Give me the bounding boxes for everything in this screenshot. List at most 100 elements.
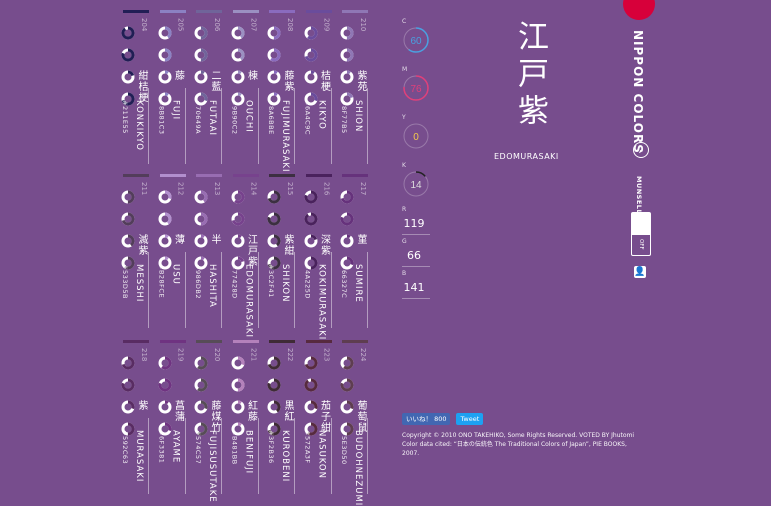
- color-number: 208: [286, 18, 294, 32]
- color-card[interactable]: 208 藤紫 #8A6BBE FUJIMURASAKI: [266, 8, 296, 173]
- cmyk-donut-icon: [231, 234, 244, 248]
- cmyk-value: 60: [410, 36, 422, 47]
- color-romaji: EDOMURASAKI: [243, 264, 254, 338]
- cmyk-donut-icon: [304, 26, 317, 40]
- color-swatch-bar: [123, 340, 149, 343]
- color-card[interactable]: 212 薄 #B28FCE USU: [157, 172, 187, 330]
- toggle-knob[interactable]: [632, 213, 650, 235]
- rgb-label: R: [402, 206, 407, 213]
- color-hex: #4A225D: [303, 264, 312, 299]
- cmyk-donut-icon: [304, 190, 317, 204]
- cmyk-donut-icon: [340, 234, 354, 248]
- divider-line: [148, 88, 149, 164]
- cmyk-donut-icon: [304, 378, 317, 392]
- color-card[interactable]: 216 深紫 #4A225D KOKIMURASAKI: [303, 172, 333, 340]
- color-card[interactable]: 218 紫 #592C63 MURASAKI: [120, 338, 150, 496]
- divider-line: [184, 418, 186, 494]
- color-romaji: OUCHI: [243, 100, 254, 133]
- color-number: 210: [359, 18, 367, 32]
- color-swatch-bar: [196, 174, 222, 177]
- divider-line: [330, 252, 332, 328]
- divider-line: [221, 252, 222, 328]
- cmyk-donut-icon: [121, 70, 135, 84]
- color-kanji: 薄: [172, 234, 184, 245]
- color-card[interactable]: 224 葡萄鼠 #5E3D50 BUDOHNEZUMI: [339, 338, 369, 506]
- compass-icon[interactable]: [633, 142, 649, 158]
- color-romaji: SUMIRE: [353, 264, 363, 303]
- cmyk-donut-icon: [194, 234, 208, 248]
- color-swatch-bar: [342, 10, 368, 13]
- color-number: 218: [140, 348, 148, 362]
- like-button[interactable]: いいね！ 800: [402, 413, 451, 425]
- cmyk-ring-icon: 0: [403, 123, 429, 149]
- divider-line: [257, 88, 259, 164]
- divider-line: [184, 88, 186, 164]
- color-card[interactable]: 206 二藍 #70649A FUTAAI: [193, 8, 223, 166]
- tweet-button[interactable]: Tweet: [456, 413, 484, 425]
- cmyk-donut-icon: [121, 190, 135, 204]
- cmyk-donut-icon: [158, 356, 171, 370]
- color-romaji: MESSHI: [134, 264, 144, 303]
- color-swatch-bar: [269, 174, 295, 177]
- cmyk-donut-icon: [194, 400, 208, 414]
- color-hex: #986DB2: [194, 264, 202, 299]
- color-kanji: 菫: [355, 234, 366, 245]
- color-card[interactable]: 214 江戸紫 #77428D EDOMURASAKI: [230, 172, 260, 338]
- rgb-value: 141: [403, 281, 425, 294]
- compass-needle-icon: [638, 148, 644, 154]
- color-number: 220: [213, 348, 221, 362]
- cmyk-donut-icon: [121, 234, 135, 248]
- copyright-text: Copyright © 2010 ONO TAKEHIKO, Some Righ…: [402, 432, 635, 439]
- color-kanji: 藤: [172, 70, 184, 81]
- color-number: 204: [140, 18, 148, 32]
- cmyk-donut-icon: [121, 212, 135, 226]
- munsell-toggle[interactable]: OFF: [631, 212, 651, 256]
- cmyk-donut-icon: [194, 190, 208, 204]
- color-number: 222: [286, 348, 294, 362]
- color-romaji: NASUKON: [316, 430, 327, 479]
- site-title: NIPPON COLORS: [631, 30, 645, 154]
- user-icon[interactable]: 👤: [634, 266, 646, 278]
- color-swatch-bar: [232, 10, 259, 13]
- cmyk-c-block: C 60: [398, 18, 434, 59]
- color-card[interactable]: 220 藤煤竹 #574C57 FUJISUSUTAKE: [193, 338, 223, 503]
- cmyk-donut-icon: [231, 26, 244, 40]
- color-card[interactable]: 209 桔梗 #6A4C9C KIKYO: [303, 8, 333, 166]
- cmyk-donut-icon: [340, 70, 354, 84]
- cmyk-donut-icon: [304, 400, 317, 414]
- color-swatch-bar: [305, 174, 332, 177]
- cmyk-donut-icon: [231, 378, 244, 392]
- rgb-value: 66: [407, 249, 421, 262]
- color-card[interactable]: 215 紫紺 #3C2F41 SHIKON: [266, 172, 296, 330]
- color-card[interactable]: 205 藤 #8B81C3 FUJI: [157, 8, 187, 166]
- color-card[interactable]: 207 棟 #9B90C2 OUCHI: [230, 8, 260, 166]
- cmyk-donut-icon: [267, 234, 281, 248]
- color-card[interactable]: 219 菖蒲 #6F3381 AYAME: [157, 338, 187, 496]
- color-romaji: BUDOHNEZUMI: [353, 430, 363, 506]
- color-hex: #B28FCE: [157, 264, 166, 299]
- color-swatch-bar: [196, 340, 222, 343]
- color-romaji: KOKIMURASAKI: [316, 264, 327, 341]
- cmyk-donut-icon: [340, 356, 354, 370]
- cmyk-donut-icon: [304, 212, 317, 226]
- color-card[interactable]: 223 茄子紺 #572A3F NASUKON: [303, 338, 333, 496]
- cmyk-donut-icon: [267, 190, 281, 204]
- color-number: 219: [176, 348, 185, 362]
- color-card[interactable]: 222 黒紅 #3F2B36 KUROBENI: [266, 338, 296, 496]
- color-card[interactable]: 210 紫苑 #8F77B5 SHION: [339, 8, 369, 166]
- color-swatch-bar: [123, 174, 149, 177]
- color-romaji: KUROBENI: [280, 430, 290, 483]
- color-swatch-bar: [305, 10, 332, 13]
- color-card[interactable]: 204 紺桔梗 #211E55 KONKIKYO: [120, 8, 150, 166]
- cmyk-donut-icon: [340, 400, 354, 414]
- color-number: 213: [213, 182, 221, 196]
- color-card[interactable]: 221 紅藤 #B481BB BENIFUJI: [230, 338, 260, 496]
- color-romaji: SHIKON: [280, 264, 290, 303]
- color-card[interactable]: 213 半 #986DB2 HASHITA: [193, 172, 223, 330]
- cmyk-donut-icon: [304, 48, 317, 62]
- divider-line: [367, 88, 368, 164]
- divider-line: [221, 88, 222, 164]
- color-card[interactable]: 211 滅紫 #533D5B MESSHI: [120, 172, 150, 330]
- cmyk-donut-icon: [194, 356, 208, 370]
- color-card[interactable]: 217 菫 #66327C SUMIRE: [339, 172, 369, 330]
